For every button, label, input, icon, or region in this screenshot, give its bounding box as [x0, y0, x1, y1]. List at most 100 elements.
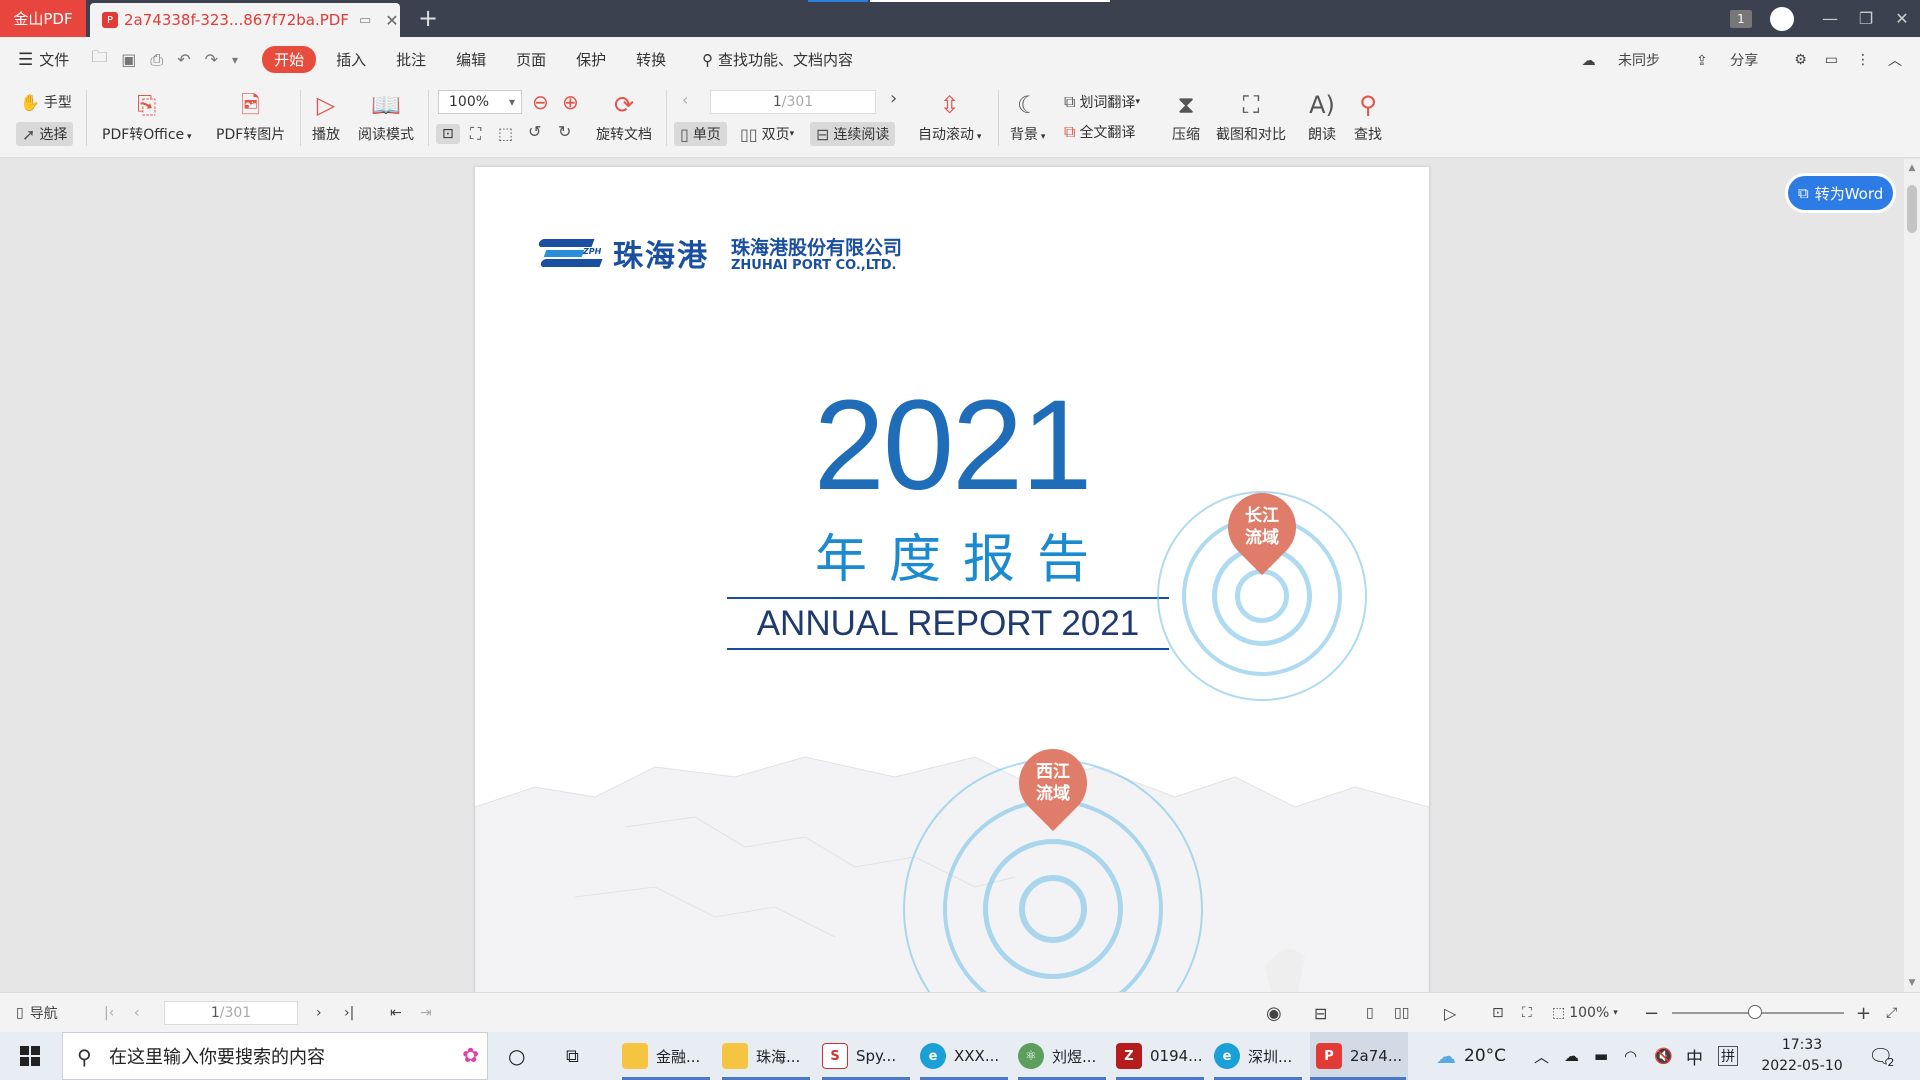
save-icon[interactable]: ▣	[121, 50, 136, 69]
app-tab[interactable]: 金山PDF	[0, 0, 86, 37]
window-mode-icon[interactable]: ▭	[359, 13, 371, 28]
taskbar-item-spy[interactable]: S Spy...	[822, 1032, 910, 1080]
pdf-to-image-button[interactable]: 🖻 PDF转图片	[216, 90, 285, 144]
single-view-icon[interactable]: ▯	[1366, 993, 1374, 1033]
share-button[interactable]: ⇪ 分享	[1696, 50, 1776, 70]
fit-page-status-icon[interactable]: ⛶	[1522, 993, 1532, 1033]
next-page-icon[interactable]: ›	[890, 88, 897, 109]
battery-icon[interactable]: ▬	[1594, 1032, 1608, 1080]
read-aloud-button[interactable]: A) 朗读	[1308, 90, 1336, 144]
weather-widget[interactable]: ☁ 20°C	[1436, 1032, 1506, 1080]
back-icon[interactable]: ⇤	[390, 993, 402, 1033]
cortana-icon[interactable]: ○	[508, 1032, 525, 1080]
fit-width-icon[interactable]: ⬚	[498, 124, 513, 143]
redo-icon[interactable]: ↷	[205, 50, 218, 69]
taskbar-search-box[interactable]: ⚲ 在这里输入你要搜索的内容 ✿	[62, 1032, 488, 1080]
navigation-toggle[interactable]: ▯ 导航	[16, 993, 58, 1033]
taskbar-item-edge-1[interactable]: e XXX...	[920, 1032, 1008, 1080]
single-page-button[interactable]: ▯ 单页	[674, 122, 727, 146]
actual-size-icon[interactable]: ⊡	[436, 124, 460, 144]
prev-page-icon[interactable]: ‹	[682, 90, 688, 109]
more-icon[interactable]: ⋮	[1856, 52, 1870, 68]
wifi-icon[interactable]: ◠	[1624, 1032, 1637, 1080]
fit-page-icon[interactable]: ⛶	[470, 124, 481, 144]
show-hidden-icons[interactable]: ︿	[1534, 1032, 1549, 1080]
next-page-status-icon[interactable]: ›	[316, 993, 322, 1033]
zoom-select[interactable]: 100% ▾	[438, 90, 522, 114]
scroll-up-icon[interactable]: ▲	[1904, 163, 1920, 173]
file-menu[interactable]: ☰ 文件	[18, 49, 69, 70]
zoom-in-icon[interactable]: ⊕	[562, 90, 579, 114]
eye-protection-icon[interactable]: ◉	[1266, 993, 1282, 1033]
task-view-icon[interactable]: ⧉	[566, 1032, 579, 1080]
notification-center[interactable]: 🗨 2	[1868, 1032, 1894, 1080]
zoom-slider-knob[interactable]	[1748, 1005, 1762, 1019]
last-page-icon[interactable]: ›|	[344, 993, 354, 1033]
tab-convert[interactable]: 转换	[636, 49, 666, 70]
close-window-icon[interactable]: ✕	[1884, 9, 1920, 28]
taskbar-item-atom[interactable]: ⚛ 刘煜...	[1018, 1032, 1106, 1080]
continuous-view-icon[interactable]: ⊟	[1314, 993, 1327, 1033]
actual-size-status-icon[interactable]: ⊡	[1492, 993, 1504, 1033]
read-mode-button[interactable]: 📖 阅读模式	[358, 90, 414, 144]
hand-tool[interactable]: ✋ 手型	[20, 92, 72, 112]
tab-insert[interactable]: 插入	[336, 49, 366, 70]
tab-protect[interactable]: 保护	[576, 49, 606, 70]
customize-dropdown-icon[interactable]: ▾	[232, 53, 238, 67]
feature-search[interactable]: ⚲ 查找功能、文档内容	[702, 49, 853, 70]
onedrive-icon[interactable]: ☁	[1564, 1032, 1579, 1080]
windows-start-icon[interactable]	[20, 1046, 40, 1066]
window-count-badge[interactable]: 1	[1730, 9, 1752, 28]
close-tab-icon[interactable]: ✕	[385, 11, 398, 30]
scroll-down-icon[interactable]: ▼	[1904, 978, 1920, 988]
compress-button[interactable]: ⧗ 压缩	[1172, 90, 1200, 144]
new-tab-button[interactable]: +	[418, 4, 438, 32]
full-translate-button[interactable]: ⧉ 全文翻译	[1064, 122, 1135, 142]
zoom-out-status-icon[interactable]: −	[1644, 993, 1659, 1033]
settings-icon[interactable]: ⚙	[1794, 52, 1807, 68]
scroll-thumb[interactable]	[1907, 185, 1917, 233]
restore-icon[interactable]: ❐	[1848, 9, 1884, 28]
play-status-icon[interactable]: ▷	[1444, 993, 1456, 1033]
find-button[interactable]: ⚲ 查找	[1354, 90, 1382, 144]
rotate-right-icon[interactable]: ↻	[558, 122, 571, 141]
tab-edit[interactable]: 编辑	[456, 49, 486, 70]
open-folder-icon[interactable]: 🗀	[91, 46, 107, 73]
taskbar-item-pdf[interactable]: P 2a74...	[1310, 1032, 1409, 1080]
taskbar-item-explorer-2[interactable]: 珠海...	[722, 1032, 810, 1080]
ime-language[interactable]: 中	[1686, 1032, 1703, 1080]
avatar[interactable]	[1770, 6, 1794, 31]
zoom-out-icon[interactable]: ⊖	[532, 90, 549, 114]
document-tab[interactable]: P 2a74338f-323...867f72ba.PDF ▭ ✕	[90, 3, 400, 37]
volume-muted-icon[interactable]: 🔇	[1654, 1032, 1673, 1080]
status-zoom-select[interactable]: ⬚ 100% ▾	[1552, 993, 1618, 1033]
double-page-button[interactable]: ▯▯ 双页 ▾	[740, 124, 794, 144]
status-page-input[interactable]: 1/301	[164, 1001, 298, 1025]
system-clock[interactable]: 17:33 2022-05-10	[1752, 1035, 1852, 1077]
autoscroll-button[interactable]: ⇳ 自动滚动 ▾	[918, 90, 981, 144]
prev-page-status-icon[interactable]: ‹	[134, 993, 140, 1033]
sync-status[interactable]: ☁ 未同步	[1582, 50, 1678, 70]
tab-annotate[interactable]: 批注	[396, 49, 426, 70]
continuous-read-button[interactable]: ⊟ 连续阅读	[810, 122, 896, 146]
word-translate-button[interactable]: ⧉ 划词翻译 ▾	[1064, 92, 1140, 112]
taskbar-item-filezilla[interactable]: Z 0194...	[1116, 1032, 1204, 1080]
collapse-ribbon-icon[interactable]: ︿	[1888, 50, 1902, 70]
select-tool[interactable]: ➚ 选择	[16, 122, 74, 146]
taskbar-item-edge-2[interactable]: e 深圳...	[1214, 1032, 1302, 1080]
print-icon[interactable]: ⎙	[150, 50, 163, 70]
tab-home[interactable]: 开始	[262, 46, 317, 73]
first-page-icon[interactable]: |‹	[104, 993, 114, 1033]
tab-page[interactable]: 页面	[516, 49, 546, 70]
page-number-input[interactable]: 1/301	[710, 90, 876, 114]
play-button[interactable]: ▷ 播放	[312, 90, 340, 144]
undo-icon[interactable]: ↶	[177, 50, 190, 69]
background-button[interactable]: ☾ 背景 ▾	[1010, 90, 1045, 144]
document-viewport[interactable]: ZPH 珠海港 珠海港股份有限公司 ZHUHAI PORT CO.,LTD. 2…	[0, 159, 1920, 992]
taskbar-item-explorer-1[interactable]: 金融...	[622, 1032, 710, 1080]
forward-icon[interactable]: ⇥	[420, 993, 432, 1033]
convert-to-word-button[interactable]: ⧉ 转为Word	[1788, 176, 1894, 210]
rotate-left-icon[interactable]: ↺	[528, 122, 541, 141]
zoom-in-status-icon[interactable]: +	[1856, 993, 1871, 1033]
fullscreen-icon[interactable]: ⤢	[1886, 993, 1897, 1033]
